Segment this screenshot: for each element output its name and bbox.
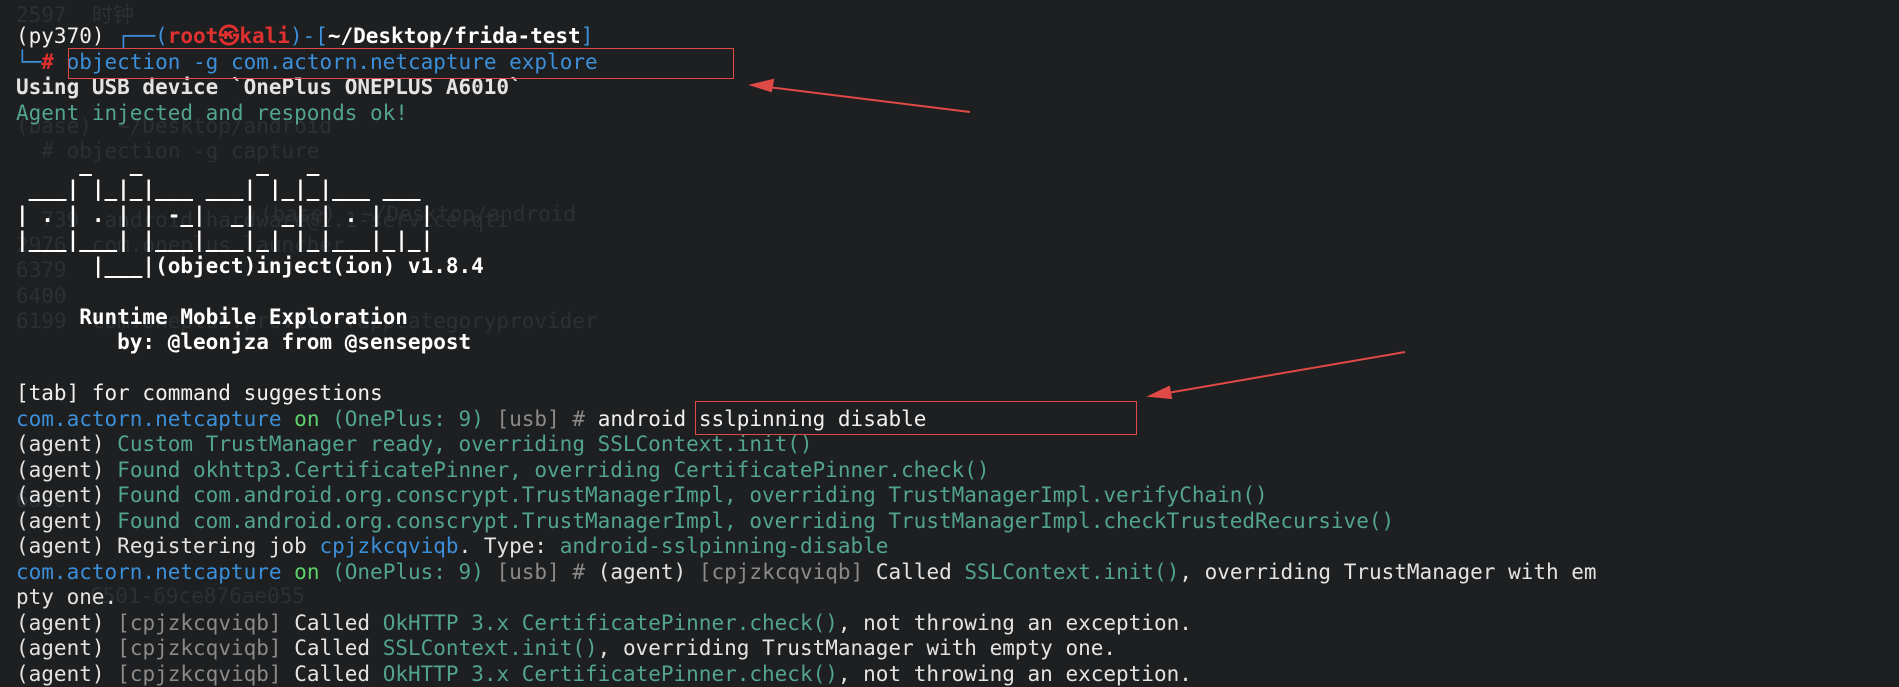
annotation-arrow-1: [752, 85, 970, 112]
arrowhead-icon: [1150, 387, 1171, 398]
annotation-arrows: [0, 0, 1899, 672]
arrowhead-icon: [752, 80, 773, 91]
annotation-arrow-2: [1150, 352, 1405, 396]
